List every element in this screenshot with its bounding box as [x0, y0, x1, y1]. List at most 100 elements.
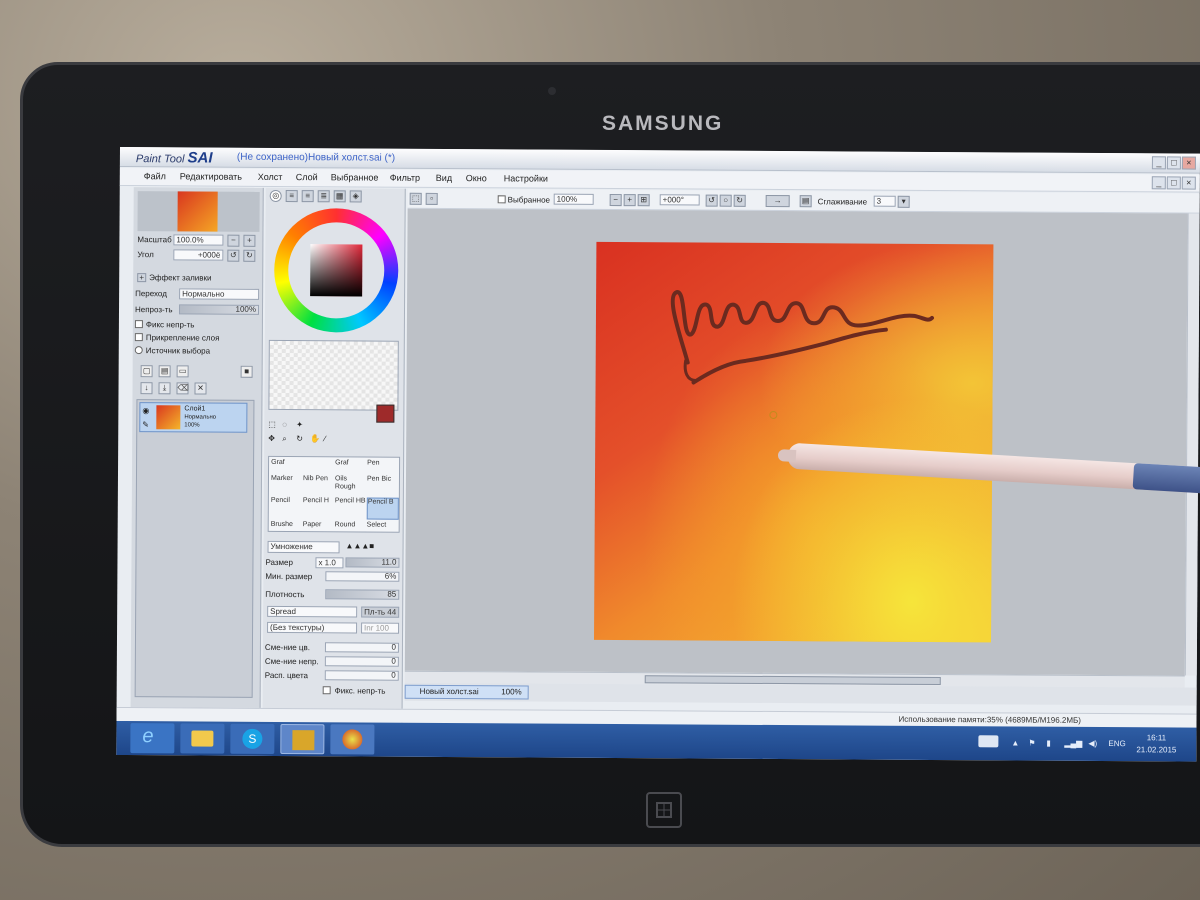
- zoom-field[interactable]: 100.0%: [173, 234, 224, 246]
- menu-layer[interactable]: Слой: [296, 172, 318, 182]
- media-player-icon[interactable]: [280, 723, 325, 755]
- zoom-out-button[interactable]: −: [227, 234, 240, 247]
- hand-tool-icon[interactable]: ✋: [310, 434, 320, 443]
- doc-restore-button[interactable]: □: [1166, 176, 1181, 190]
- brush-slot[interactable]: Pen Bic: [367, 476, 399, 498]
- smoothing-field[interactable]: 3: [873, 195, 896, 207]
- texture-intensity[interactable]: Inr 100: [361, 622, 400, 634]
- brush-slot[interactable]: Round: [335, 521, 367, 543]
- opacity-slider[interactable]: 100%: [178, 304, 260, 315]
- clear-layer-icon[interactable]: ⌫: [176, 382, 189, 395]
- magic-wand-icon[interactable]: ✦: [296, 420, 303, 429]
- navigator-preview[interactable]: [137, 191, 260, 232]
- menu-canvas[interactable]: Холст: [258, 172, 283, 182]
- menu-filter[interactable]: Фильтр: [390, 173, 420, 183]
- hsv-slider-mode-icon[interactable]: ≡: [301, 190, 314, 203]
- canvas-zoom-out-button[interactable]: −: [609, 193, 622, 207]
- min-size-slider[interactable]: 6%: [325, 571, 400, 582]
- close-button[interactable]: ×: [1181, 156, 1196, 170]
- primary-color-swatch[interactable]: [376, 404, 395, 423]
- selection-tool-icon[interactable]: ⬚: [409, 192, 422, 205]
- scratchpad-mode-icon[interactable]: ◈: [349, 190, 362, 203]
- brush-slot-selected[interactable]: Pencil B: [366, 497, 399, 520]
- deselect-icon[interactable]: ▫: [425, 192, 438, 205]
- canvas-rotate-reset-button[interactable]: ○: [719, 194, 732, 207]
- mix-opacity-slider[interactable]: 0: [324, 656, 399, 667]
- menu-selection[interactable]: Выбранное: [331, 172, 379, 182]
- rgb-slider-mode-icon[interactable]: ≡: [285, 190, 298, 203]
- transfer-down-icon[interactable]: ↓: [140, 382, 153, 395]
- clock[interactable]: 16:11 21.02.2015: [1136, 732, 1176, 756]
- menu-window[interactable]: Окно: [466, 173, 487, 183]
- maximize-button[interactable]: □: [1166, 156, 1181, 170]
- power-icon[interactable]: ▮: [1046, 739, 1050, 748]
- file-explorer-icon[interactable]: [180, 723, 225, 754]
- selection-source-radio[interactable]: [134, 346, 143, 355]
- new-folder-icon[interactable]: ▭: [176, 365, 189, 378]
- eye-icon[interactable]: ◉: [142, 406, 149, 415]
- color-spread-slider[interactable]: 0: [324, 670, 399, 681]
- network-icon[interactable]: ▂▄▆: [1064, 739, 1082, 748]
- spread-amount[interactable]: Пл-ть 44: [361, 606, 400, 618]
- language-indicator[interactable]: ENG: [1108, 739, 1125, 748]
- canvas-zoom-in-button[interactable]: +: [623, 194, 636, 207]
- zoom-tool-icon[interactable]: ⌕: [282, 434, 287, 444]
- eyedropper-icon[interactable]: ⁄: [324, 434, 325, 443]
- brush-blend-select[interactable]: Умножение: [267, 540, 340, 554]
- windows-home-button[interactable]: [646, 792, 682, 828]
- fix-opacity-checkbox[interactable]: [134, 320, 143, 329]
- new-linework-layer-icon[interactable]: ▤: [158, 365, 171, 378]
- show-selection-checkbox[interactable]: [497, 195, 506, 204]
- move-icon[interactable]: ✥: [268, 434, 275, 443]
- palette-mode-icon[interactable]: ≣: [317, 190, 330, 203]
- swatch-mode-icon[interactable]: ▦: [333, 190, 346, 203]
- rotate-right-button[interactable]: ↻: [243, 249, 256, 262]
- new-layer-icon[interactable]: ▢: [140, 365, 153, 378]
- brush-slot[interactable]: Pencil H: [303, 497, 335, 519]
- density-slider[interactable]: 85: [325, 589, 400, 600]
- merge-down-icon[interactable]: ⤓: [158, 382, 171, 395]
- volume-icon[interactable]: ◀): [1088, 739, 1097, 748]
- stabilizer-icon[interactable]: ▤: [799, 195, 812, 208]
- menu-file[interactable]: Файл: [144, 171, 166, 181]
- keyboard-icon[interactable]: [978, 735, 999, 748]
- color-wheel-mode-icon[interactable]: ◎: [269, 189, 282, 202]
- mix-color-slider[interactable]: 0: [324, 642, 399, 653]
- lasso-icon[interactable]: ◌: [282, 420, 287, 429]
- menu-view[interactable]: Вид: [436, 173, 452, 183]
- canvas-zoom-field[interactable]: 100%: [553, 193, 594, 205]
- brush-slot[interactable]: Pencil HB: [335, 497, 367, 519]
- canvas-rotate-right-button[interactable]: ↻: [733, 194, 746, 207]
- brush-slot[interactable]: Select: [367, 522, 399, 544]
- color-wheel[interactable]: [273, 207, 399, 333]
- brush-slot[interactable]: Marker: [271, 475, 303, 497]
- canvas-angle-field[interactable]: +000°: [659, 194, 700, 206]
- clip-layer-checkbox[interactable]: [134, 333, 143, 342]
- angle-field[interactable]: +000ё: [173, 249, 224, 261]
- flip-horizontal-button[interactable]: →: [765, 194, 790, 208]
- rotate-left-button[interactable]: ↺: [227, 249, 240, 262]
- blend-mode-select[interactable]: Нормально: [179, 288, 260, 300]
- layer-item[interactable]: ◉ ✎ Слой1 Нормально 100%: [139, 402, 248, 433]
- minimize-button[interactable]: _: [1151, 156, 1166, 170]
- rotate-tool-icon[interactable]: ↻: [296, 434, 303, 443]
- fix-opacity-brush-checkbox[interactable]: [322, 686, 331, 695]
- menu-settings[interactable]: Настройки: [504, 173, 548, 183]
- paint-tool-sai-icon[interactable]: [330, 724, 375, 755]
- mask-icon[interactable]: ■: [240, 365, 253, 378]
- document-tab[interactable]: Новый холст.sai 100%: [404, 684, 529, 700]
- expand-icon[interactable]: +: [137, 273, 147, 283]
- canvas-zoom-reset-button[interactable]: ⊞: [637, 194, 650, 207]
- smoothing-dropdown-icon[interactable]: ▾: [897, 195, 910, 208]
- skype-icon[interactable]: S: [230, 723, 275, 754]
- saturation-value-box[interactable]: [310, 244, 363, 297]
- doc-close-button[interactable]: ×: [1181, 176, 1196, 190]
- select-rect-icon[interactable]: ⬚: [268, 420, 276, 429]
- delete-layer-icon[interactable]: ✕: [194, 382, 207, 395]
- scratchpad[interactable]: [268, 339, 399, 411]
- zoom-in-button[interactable]: +: [243, 234, 256, 247]
- tray-expand-icon[interactable]: ▲: [1011, 738, 1019, 747]
- size-slider[interactable]: 11.0: [345, 557, 400, 568]
- doc-minimize-button[interactable]: _: [1151, 176, 1166, 190]
- spread-select[interactable]: Spread: [267, 605, 358, 618]
